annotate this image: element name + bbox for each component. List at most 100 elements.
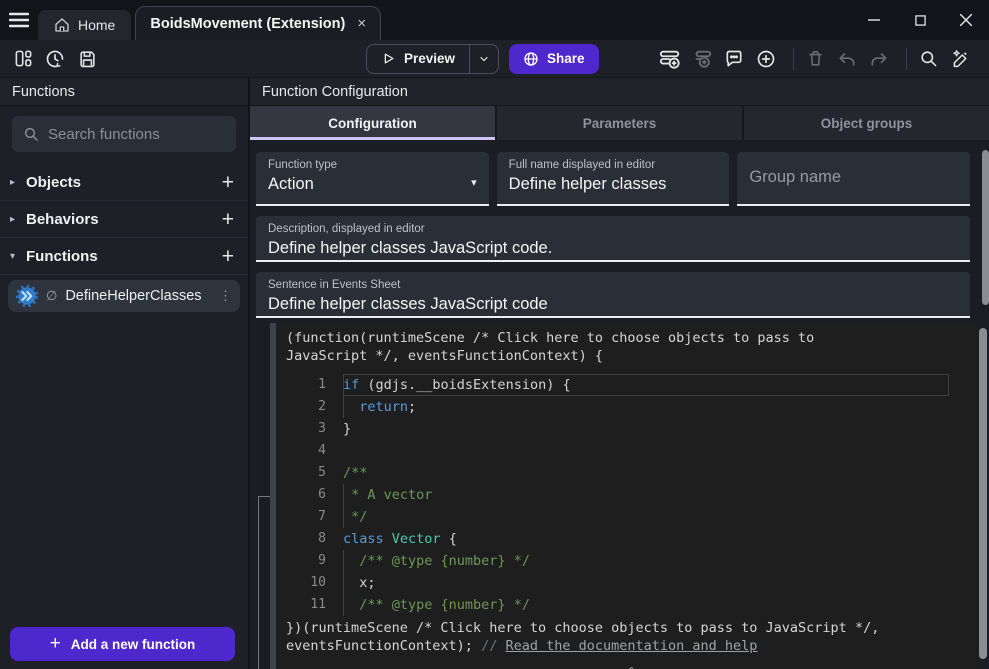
line-content[interactable]: x;: [343, 572, 949, 594]
line-content[interactable]: class Vector {: [343, 528, 949, 550]
code-token: return: [359, 399, 408, 415]
home-icon: [54, 17, 70, 33]
line-number: 1: [286, 374, 326, 396]
code-token: */: [343, 509, 367, 525]
close-button[interactable]: [943, 0, 989, 40]
preview-options-button[interactable]: [469, 45, 498, 73]
code-line[interactable]: 4: [286, 440, 977, 462]
line-content[interactable]: [343, 440, 949, 462]
code-line[interactable]: 11 /** @type {number} */: [286, 594, 977, 616]
line-content[interactable]: /** @type {number} */: [343, 594, 949, 616]
code-line[interactable]: 7 */: [286, 506, 977, 528]
kebab-menu-icon[interactable]: ⋮: [219, 288, 232, 304]
tab-parameters[interactable]: Parameters: [497, 106, 742, 140]
open-panels-button[interactable]: [10, 46, 36, 72]
add-behavior-button[interactable]: +: [222, 209, 234, 230]
code-line[interactable]: 6 * A vector: [286, 484, 977, 506]
comment-icon: [724, 49, 744, 69]
sidebar-section-functions[interactable]: ▾ Functions +: [0, 238, 248, 275]
code-token: /** @type {number} */: [359, 553, 530, 569]
sidebar-section-objects[interactable]: ▸ Objects +: [0, 164, 248, 201]
tab-object-groups[interactable]: Object groups: [744, 106, 989, 140]
group-name-field[interactable]: Group name: [737, 152, 970, 206]
documentation-link[interactable]: Read the documentation and help: [505, 638, 757, 654]
tab-boidsmovement[interactable]: BoidsMovement (Extension) ×: [135, 6, 381, 40]
undo-icon: [837, 49, 857, 69]
preview-button[interactable]: Preview: [366, 44, 499, 74]
toolbar-divider: [793, 48, 794, 70]
tab-configuration[interactable]: Configuration: [250, 106, 495, 140]
full-name-label: Full name displayed in editor: [509, 159, 718, 171]
code-line[interactable]: 9 /** @type {number} */: [286, 550, 977, 572]
code-line[interactable]: 1 if (gdjs.__boidsExtension) {: [286, 374, 977, 396]
line-content[interactable]: /** @type {number} */: [343, 550, 949, 572]
line-content[interactable]: /**: [343, 462, 949, 484]
line-content[interactable]: }: [343, 418, 949, 440]
code-line[interactable]: 8 class Vector {: [286, 528, 977, 550]
description-field[interactable]: Description, displayed in editor Define …: [256, 216, 970, 262]
choose-event-button[interactable]: [753, 46, 779, 72]
search-button[interactable]: [915, 46, 941, 72]
delete-button[interactable]: [802, 46, 828, 72]
line-number: 8: [286, 528, 326, 550]
code-token: [384, 531, 392, 547]
chevron-right-icon: ▸: [10, 177, 26, 188]
ai-edit-button[interactable]: [947, 46, 973, 72]
add-comment-button[interactable]: [721, 46, 747, 72]
add-new-function-button[interactable]: + Add a new function: [10, 627, 235, 661]
fold-caret[interactable]: ^: [286, 665, 977, 669]
minimize-button[interactable]: [851, 0, 897, 40]
line-content[interactable]: * A vector: [343, 484, 949, 506]
line-content[interactable]: if (gdjs.__boidsExtension) {: [343, 374, 949, 396]
version-history-button[interactable]: [42, 46, 68, 72]
tab-close-icon[interactable]: ×: [357, 16, 366, 31]
sentence-value: Define helper classes JavaScript code: [268, 295, 958, 314]
section-label: Behaviors: [26, 211, 222, 228]
search-icon: [23, 126, 39, 142]
save-button[interactable]: [74, 46, 100, 72]
line-content[interactable]: return;: [343, 396, 949, 418]
search-box[interactable]: [12, 116, 236, 152]
hamburger-icon: [9, 12, 29, 28]
preview-button-main[interactable]: Preview: [367, 45, 469, 73]
configuration-form: Function type Action ▾ Full name display…: [250, 140, 989, 323]
code-scrollbar[interactable]: [979, 328, 987, 659]
share-button[interactable]: Share: [509, 44, 599, 74]
sentence-field[interactable]: Sentence in Events Sheet Define helper c…: [256, 272, 970, 318]
functions-sidebar: Functions ▸ Objects + ▸ Behaviors: [0, 78, 250, 669]
code-editor[interactable]: (function(runtimeScene /* Click here to …: [276, 323, 977, 669]
undo-button[interactable]: [834, 46, 860, 72]
function-type-field[interactable]: Function type Action ▾: [256, 152, 489, 206]
code-header-line-1: (function(runtimeScene /* Click here to …: [286, 330, 814, 346]
search-functions-input[interactable]: [48, 126, 247, 143]
redo-button[interactable]: [866, 46, 892, 72]
tab-home[interactable]: Home: [38, 10, 131, 40]
add-subevent-button[interactable]: [689, 46, 715, 72]
line-number: 6: [286, 484, 326, 506]
trash-icon: [806, 49, 825, 68]
code-wrapper-header[interactable]: (function(runtimeScene /* Click here to …: [286, 329, 977, 365]
indent-guide: [343, 550, 344, 572]
line-number: 11: [286, 594, 326, 616]
code-line[interactable]: 10 x;: [286, 572, 977, 594]
maximize-button[interactable]: [897, 0, 943, 40]
code-token: if: [343, 377, 359, 393]
footer-comment-slashes: //: [481, 638, 505, 654]
code-line[interactable]: 5/**: [286, 462, 977, 484]
share-label: Share: [547, 51, 585, 66]
function-item-definehelperclasses[interactable]: ∅ DefineHelperClasses ⋮: [8, 280, 240, 312]
add-event-button[interactable]: [657, 46, 683, 72]
sentence-label: Sentence in Events Sheet: [268, 279, 958, 291]
line-content[interactable]: */: [343, 506, 949, 528]
sidebar-section-behaviors[interactable]: ▸ Behaviors +: [0, 201, 248, 238]
line-number: 4: [286, 440, 326, 462]
code-line[interactable]: 2 return;: [286, 396, 977, 418]
code-line[interactable]: 3}: [286, 418, 977, 440]
main-menu-button[interactable]: [0, 0, 38, 40]
add-function-plus-button[interactable]: +: [222, 246, 234, 267]
code-wrapper-footer[interactable]: })(runtimeScene /* Click here to choose …: [286, 619, 977, 655]
code-token: Vector: [392, 531, 441, 547]
form-scrollbar[interactable]: [982, 150, 989, 305]
add-object-button[interactable]: +: [222, 172, 234, 193]
full-name-field[interactable]: Full name displayed in editor Define hel…: [497, 152, 730, 206]
